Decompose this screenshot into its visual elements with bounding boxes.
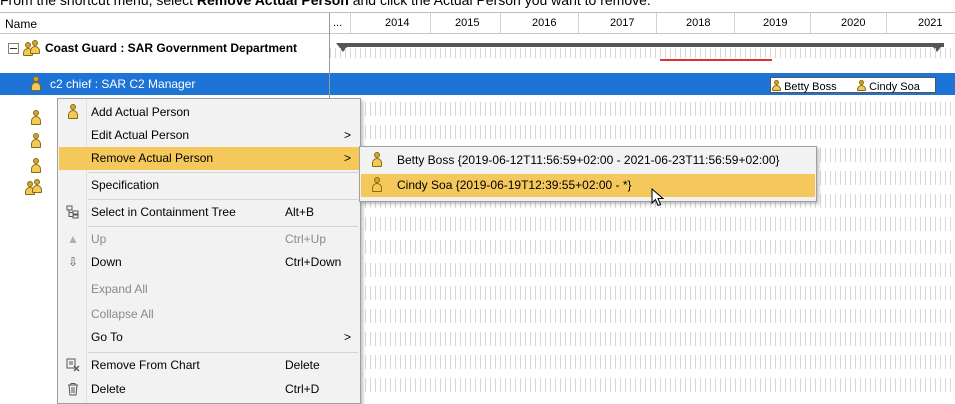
menu-item-go-to[interactable]: Go To >: [59, 326, 359, 349]
header-ellipsis: ...: [333, 17, 343, 29]
lifeline-track: [330, 286, 955, 300]
year-label-2014: 2014: [385, 17, 410, 29]
remove-actual-person-submenu: Betty Boss {2019-06-12T11:56:59+02:00 - …: [359, 146, 817, 202]
submenu-item-betty-boss[interactable]: Betty Boss {2019-06-12T11:56:59+02:00 - …: [361, 149, 815, 172]
lifeline-track: [330, 309, 955, 323]
name-column-label: Name: [5, 17, 38, 31]
menu-item-label: Up: [91, 232, 107, 246]
menu-item-down[interactable]: ⇩ Down Ctrl+Down: [59, 251, 359, 274]
up-arrow-icon: ▲: [67, 232, 79, 246]
tree-row-label: c2 chief : SAR C2 Manager: [50, 77, 196, 91]
year-label-2018: 2018: [686, 17, 711, 29]
person-icon: [30, 76, 42, 92]
submenu-item-label: Betty Boss {2019-06-12T11:56:59+02:00 - …: [397, 153, 780, 167]
tree-row-c2-chief[interactable]: c2 chief : SAR C2 Manager: [0, 73, 329, 95]
trash-icon: [66, 382, 80, 396]
menu-item-delete[interactable]: Delete Ctrl+D: [59, 378, 359, 401]
caption-bold-text: Remove Actual Person: [196, 0, 349, 8]
menu-item-label: Remove Actual Person: [91, 151, 214, 165]
menu-item-label: Specification: [91, 178, 160, 192]
submenu-arrow-icon: >: [343, 128, 351, 142]
lifeline-track: [330, 355, 955, 369]
menu-item-shortcut: Ctrl+Up: [285, 232, 327, 246]
lifeline-track: [330, 48, 955, 58]
menu-item-label: Add Actual Person: [91, 105, 190, 119]
lifeline-track: [330, 332, 955, 346]
menu-item-label: Edit Actual Person: [91, 128, 190, 142]
timeline-chart-view: Name Coast Guard : SAR Government Depart…: [0, 12, 955, 404]
chip-betty-boss[interactable]: Betty Boss: [771, 79, 840, 93]
context-menu: Add Actual Person Edit Actual Person > R…: [57, 98, 361, 404]
menu-separator: [88, 199, 358, 200]
lifeline-track: [330, 240, 955, 254]
menu-item-shortcut: Ctrl+Down: [285, 255, 342, 269]
menu-item-collapse-all[interactable]: Collapse All: [59, 303, 359, 326]
menu-item-label: Delete: [91, 382, 126, 396]
lifeline-track: [330, 102, 955, 116]
containment-tree-icon: [66, 205, 80, 219]
submenu-item-cindy-soa[interactable]: Cindy Soa {2019-06-19T12:39:55+02:00 - *…: [361, 174, 815, 197]
year-label-2019: 2019: [763, 17, 788, 29]
menu-item-edit-actual-person[interactable]: Edit Actual Person >: [59, 124, 359, 147]
submenu-arrow-icon: >: [343, 151, 351, 165]
menu-item-label: Expand All: [91, 282, 148, 296]
menu-item-select-in-containment-tree[interactable]: Select in Containment Tree Alt+B: [59, 201, 359, 224]
lifeline-track: [330, 263, 955, 277]
year-label-2015: 2015: [455, 17, 480, 29]
chip-cindy-soa[interactable]: Cindy Soa: [856, 79, 923, 93]
person-icon: [772, 80, 781, 91]
menu-item-label: Collapse All: [91, 307, 154, 321]
lifeline-track: [330, 378, 955, 392]
menu-separator: [88, 226, 358, 227]
submenu-arrow-icon: >: [343, 330, 351, 344]
timeline-header: ... 2014 2015 2016 2017 2018 2019 2020 2…: [330, 13, 955, 34]
menu-item-up[interactable]: ▲ Up Ctrl+Up: [59, 228, 359, 251]
lifeline-track: [330, 217, 955, 231]
tree-row-coast-guard[interactable]: Coast Guard : SAR Government Department: [0, 37, 329, 59]
menu-item-label: Select in Containment Tree: [91, 205, 236, 219]
remove-from-chart-icon: [66, 358, 80, 372]
year-label-2021: 2021: [918, 17, 943, 29]
person-icon: [857, 80, 866, 91]
organization-icon: [23, 40, 41, 56]
collapse-icon[interactable]: [8, 43, 19, 54]
tree-row-label: Coast Guard : SAR Government Department: [45, 41, 298, 55]
menu-item-label: Go To: [91, 330, 123, 344]
person-icon: [67, 104, 79, 120]
person-icon: [371, 152, 383, 168]
timeline-pane: ... 2014 2015 2016 2017 2018 2019 2020 2…: [330, 13, 955, 393]
menu-item-add-actual-person[interactable]: Add Actual Person: [59, 101, 359, 124]
person-icon: [30, 158, 42, 174]
chip-label: Cindy Soa: [869, 81, 920, 93]
menu-item-label: Down: [91, 255, 122, 269]
year-label-2020: 2020: [841, 17, 866, 29]
menu-item-remove-actual-person[interactable]: Remove Actual Person >: [59, 147, 359, 170]
caption-text-end: and click the Actual Person you want to …: [348, 0, 651, 8]
organization-icon: [25, 179, 43, 195]
caption-text: From the shortcut menu, select: [0, 0, 197, 8]
lifeline-track: [330, 125, 955, 139]
chip-label: Betty Boss: [784, 81, 837, 93]
menu-item-label: Remove From Chart: [91, 358, 200, 372]
person-icon: [371, 177, 383, 193]
menu-separator: [88, 172, 358, 173]
menu-item-shortcut: Alt+B: [285, 205, 315, 219]
year-label-2017: 2017: [610, 17, 635, 29]
menu-item-shortcut: Delete: [285, 358, 320, 372]
person-icon: [30, 110, 42, 126]
submenu-item-label: Cindy Soa {2019-06-19T12:39:55+02:00 - *…: [397, 178, 632, 192]
summary-bar[interactable]: [342, 43, 944, 47]
name-column-header[interactable]: Name: [0, 13, 329, 34]
person-icon: [30, 133, 42, 149]
mouse-cursor-icon: [651, 188, 665, 207]
menu-item-remove-from-chart[interactable]: Remove From Chart Delete: [59, 354, 359, 377]
menu-item-specification[interactable]: Specification: [59, 174, 359, 197]
current-date-marker: [660, 59, 772, 61]
menu-separator: [88, 352, 358, 353]
menu-item-shortcut: Ctrl+D: [285, 382, 320, 396]
down-arrow-icon: ⇩: [67, 255, 79, 269]
menu-item-expand-all[interactable]: Expand All: [59, 278, 359, 301]
year-label-2016: 2016: [532, 17, 557, 29]
